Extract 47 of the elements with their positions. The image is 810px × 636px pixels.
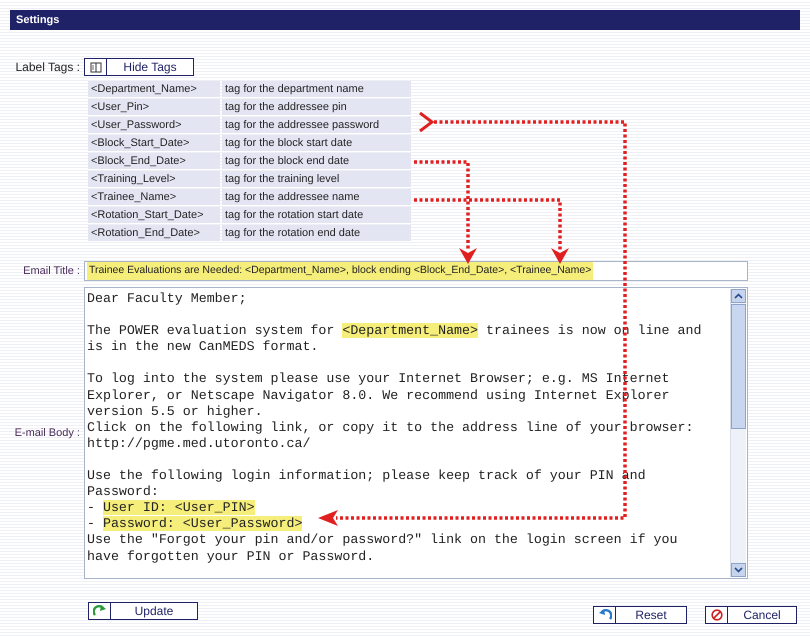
body-text-line: - Password: <User_Password> [87, 516, 304, 532]
field-label: E-mail Body : [14, 426, 81, 441]
cancel-icon [710, 609, 722, 621]
body-text-line: http://pgme.med.utoronto.ca/ [87, 436, 312, 452]
tag-name-cell: <Rotation_End_Date> [88, 225, 220, 241]
tag-name-cell: <Block_End_Date> [88, 153, 220, 169]
body-text-line: have forgotten your PIN or Password. [87, 548, 376, 565]
body-text-line: Explorer, or Netscape Navigator 8.0. We recommend using Internet Explorer [87, 388, 670, 404]
tag-name-cell: <Training_Level> [88, 171, 220, 187]
body-text-line: version 5.5 or higher. [87, 404, 264, 420]
header-title: Settings [10, 10, 800, 30]
tag-name-cell: <User_Password> [88, 117, 220, 133]
tag-description-cell: tag for the addressee pin [222, 99, 411, 115]
scroll-down-icon[interactable] [734, 567, 743, 573]
body-text-line: Click on the following link, or copy it to the address line of your browser: [87, 420, 694, 436]
tag-description-cell: tag for the addressee name [222, 189, 411, 205]
body-text-line: Dear Faculty Member; [87, 291, 248, 308]
cancel-button[interactable]: Cancel [705, 606, 797, 624]
body-text-line: is in the new CanMEDS format. [87, 339, 320, 356]
scrollbar[interactable] [730, 289, 746, 577]
tag-description-cell: tag for the addressee password [222, 117, 411, 133]
body-text-line: - User ID: <User_PIN> [87, 500, 256, 516]
tag-name-cell: <Trainee_Name> [88, 189, 220, 205]
undo-icon [598, 609, 612, 621]
field-label: Email Title : [22, 264, 81, 279]
email-title-field[interactable]: Trainee Evaluations are Needed: <Department_Name>, block ending <Block_End_Date>, <Trainee_Name> [84, 261, 748, 281]
tag-description-cell: tag for the block start date [222, 135, 411, 151]
scroll-up-icon[interactable] [734, 293, 743, 299]
tag-name-cell: <User_Pin> [88, 99, 220, 115]
tag-description-cell: tag for the department name [222, 81, 411, 97]
reset-button[interactable]: Reset [593, 606, 687, 624]
body-text-line: Password: [87, 484, 160, 500]
field-label: Label Tags : [14, 59, 81, 76]
book-icon [90, 62, 102, 72]
tag-description-cell: tag for the rotation start date [222, 207, 411, 223]
tag-name-cell: <Block_Start_Date> [88, 135, 220, 151]
email-body-field[interactable] [84, 287, 748, 579]
update-button[interactable]: Update [88, 602, 198, 620]
tag-description-cell: tag for the training level [222, 171, 411, 187]
tag-description-cell: tag for the block end date [222, 153, 411, 169]
hide-tags-button[interactable]: Hide Tags [84, 58, 194, 76]
body-text-line: Use the "Forgot your pin and/or password?" link on the login screen if you [87, 532, 678, 548]
refresh-icon [92, 605, 106, 617]
tag-name-cell: <Rotation_Start_Date> [88, 207, 220, 223]
body-text-line: To log into the system please use your Internet Browser; e.g. MS Internet [87, 371, 670, 388]
tag-description-cell: tag for the rotation end date [222, 225, 411, 241]
tag-name-cell: <Department_Name> [88, 81, 220, 97]
